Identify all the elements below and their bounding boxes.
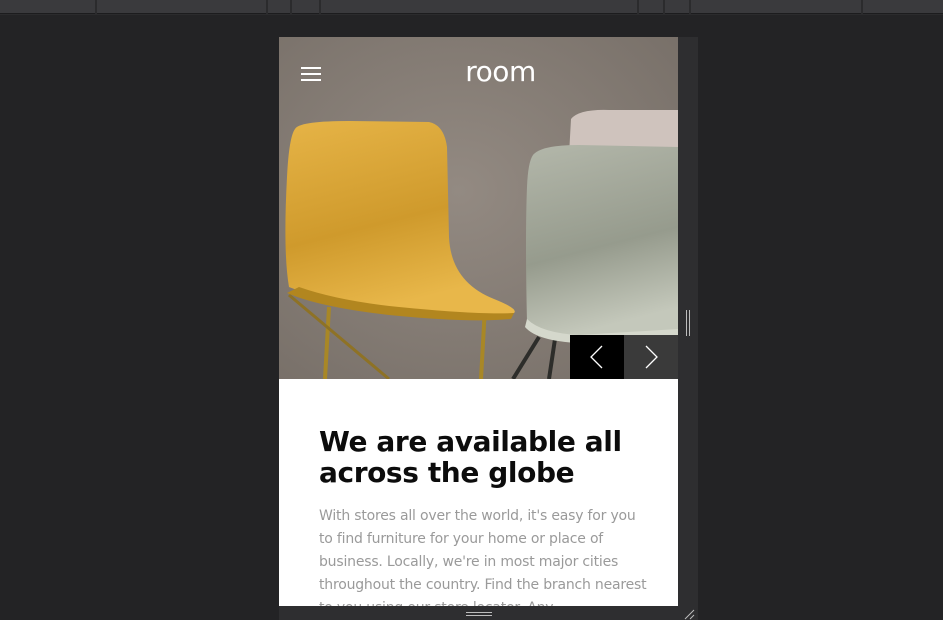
toolbar-segment[interactable] <box>665 0 689 14</box>
section-heading: We are available all across the globe <box>319 425 622 489</box>
toolbar-segment[interactable] <box>268 0 290 14</box>
device-viewport: room We are available all across the glo… <box>279 37 678 606</box>
toolbar-segment[interactable] <box>292 0 319 14</box>
chevron-left-icon <box>590 345 603 369</box>
previous-slide-button[interactable] <box>570 335 624 379</box>
chairs-photo <box>279 37 678 379</box>
toolbar-segment[interactable] <box>691 0 861 14</box>
toolbar-segment[interactable] <box>97 0 266 14</box>
resize-grip-icon[interactable] <box>466 612 492 616</box>
corner-resize-icon[interactable] <box>682 608 696 620</box>
toolbar-segment[interactable] <box>0 0 95 14</box>
site-logo[interactable]: room <box>279 55 678 88</box>
section-body-text: With stores all over the world, it's eas… <box>319 508 647 606</box>
toolbar-segment[interactable] <box>321 0 637 14</box>
chevron-right-icon <box>645 345 658 369</box>
hero-image: room <box>279 37 678 379</box>
toolbar-segment[interactable] <box>863 0 943 14</box>
availability-section: We are available all across the globe Wi… <box>319 426 649 606</box>
next-slide-button[interactable] <box>624 335 678 379</box>
toolbar-segment[interactable] <box>639 0 663 14</box>
resize-grip-icon[interactable] <box>686 310 690 336</box>
devtools-toolbar <box>0 0 943 15</box>
